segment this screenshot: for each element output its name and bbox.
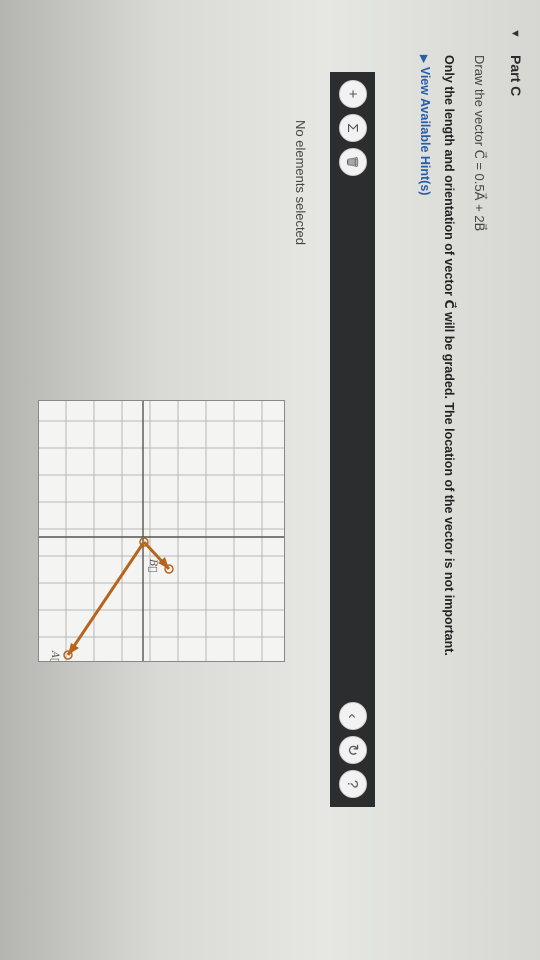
help-symbol: ?: [344, 779, 362, 789]
instruction-text: Draw the vector C⃗ = 0.5A⃗ + 2B⃗: [472, 55, 487, 232]
drawing-toolbar: + Σ 🗑 ‹ ↻ ?: [330, 72, 375, 807]
reset-icon[interactable]: ↻: [339, 736, 367, 764]
chevron-icon[interactable]: ‹: [339, 702, 367, 730]
chevron-symbol: ‹: [344, 713, 362, 719]
sigma-icon[interactable]: Σ: [339, 114, 367, 142]
plus-symbol: +: [344, 89, 362, 99]
selection-status: No elements selected: [293, 120, 308, 246]
sigma-symbol: Σ: [344, 123, 362, 133]
vector-drawing-canvas[interactable]: B⃗ A⃗: [38, 400, 285, 662]
question-panel: ▼ Part C Draw the vector C⃗ = 0.5A⃗ + 2B…: [0, 0, 540, 960]
vector-b-label: B⃗: [147, 558, 158, 572]
triangle-right-icon: ▶: [418, 55, 429, 63]
grid-lines: [39, 401, 284, 661]
plus-icon[interactable]: +: [339, 80, 367, 108]
view-hints-label: View Available Hint(s): [418, 66, 432, 196]
axes: [39, 401, 284, 661]
reset-symbol: ↻: [344, 743, 361, 757]
help-icon[interactable]: ?: [339, 770, 367, 798]
triangle-down-icon[interactable]: ▼: [509, 28, 521, 39]
vector-a-label: A⃗: [49, 650, 60, 662]
view-hints-link[interactable]: ▶ View Available Hint(s): [418, 55, 432, 195]
trash-symbol: 🗑: [346, 155, 359, 169]
part-title: Part C: [508, 55, 524, 97]
trash-icon[interactable]: 🗑: [339, 148, 367, 176]
grading-note: Only the length and orientation of vecto…: [442, 55, 456, 656]
